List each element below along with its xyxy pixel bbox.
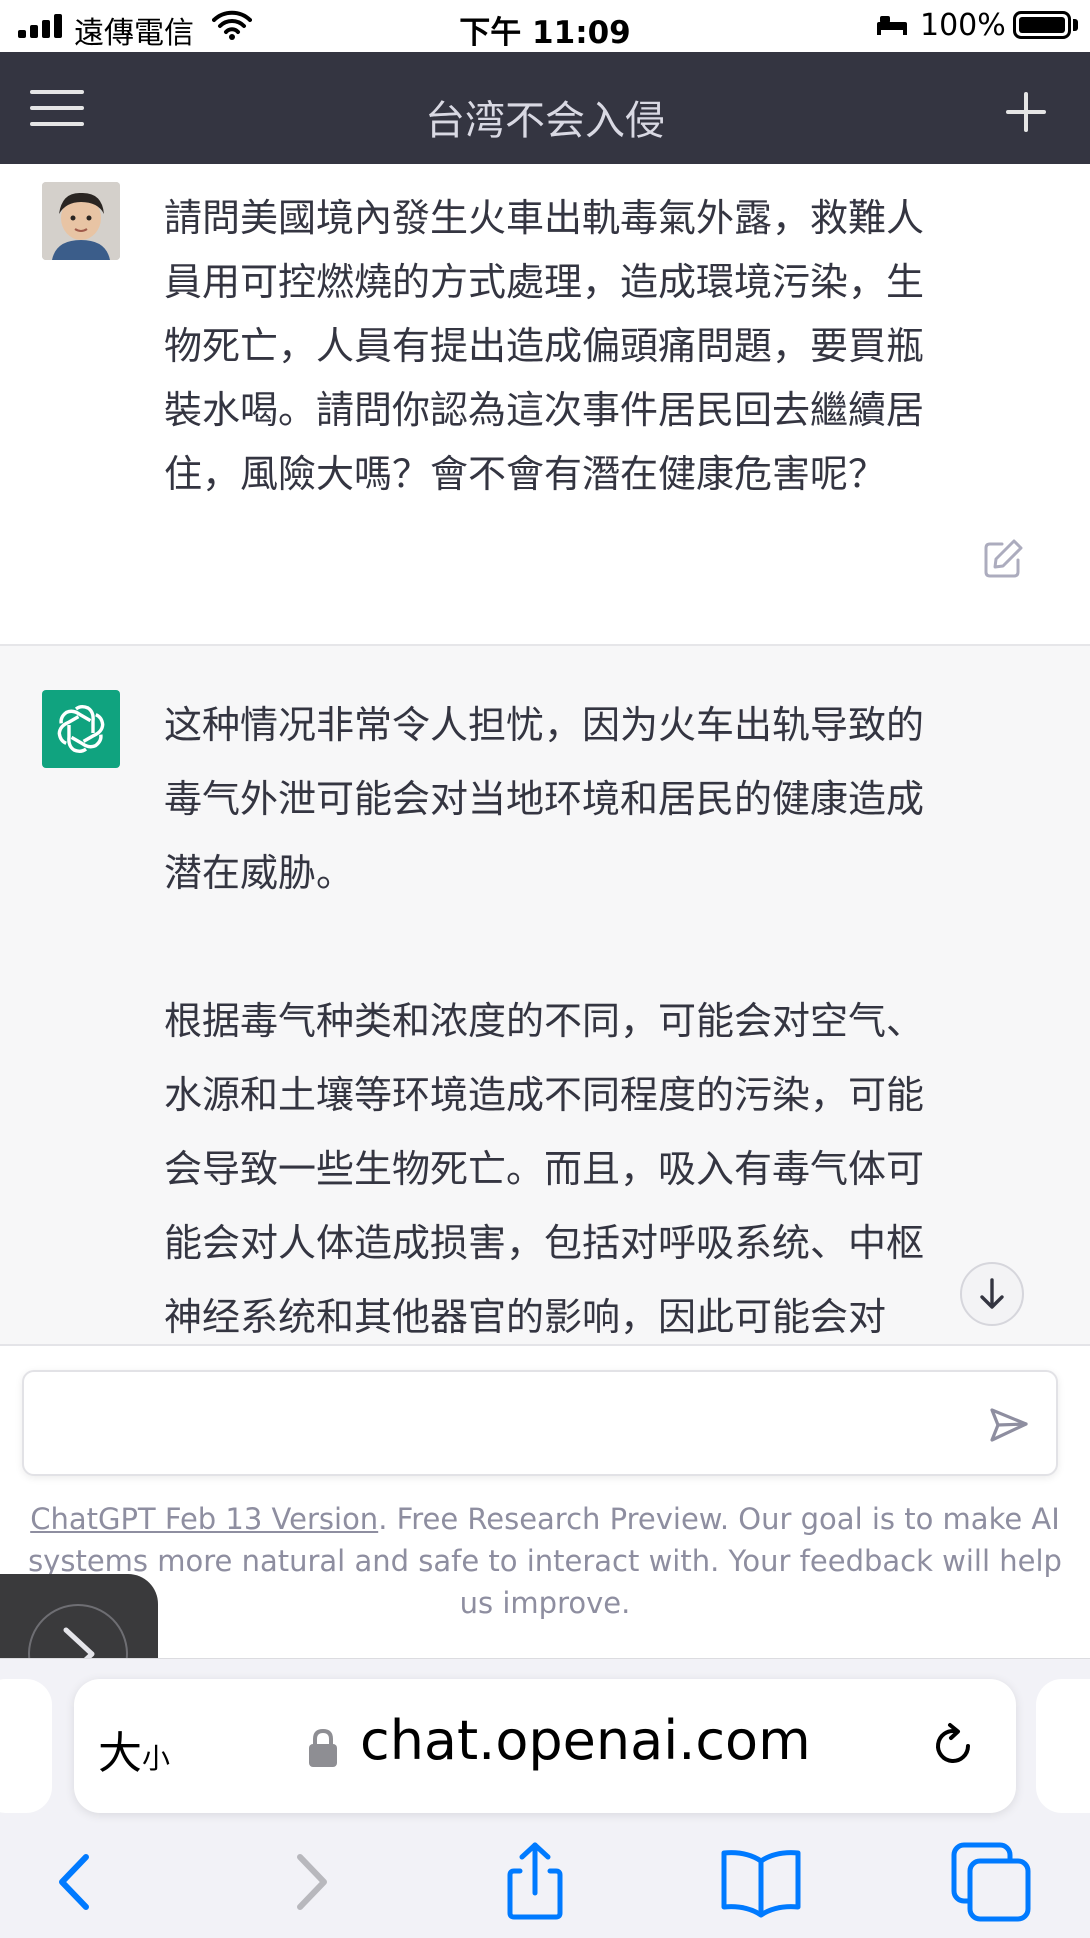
forward-icon[interactable]	[266, 1837, 356, 1927]
chat-header: 台湾不会入侵	[0, 52, 1090, 164]
user-message-line: 員用可控燃燒的方式處理，造成環境污染，生	[164, 260, 925, 304]
assistant-paragraph-1: 这种情况非常令人担忧，因为火车出轨导致的 毒气外泄可能会对当地环境和居民的健康造…	[164, 688, 1032, 910]
composer-area: ChatGPT Feb 13 Version. Free Research Pr…	[0, 1344, 1090, 1658]
user-message-line: 請問美國境內發生火車出軌毒氣外露，救難人	[164, 196, 925, 240]
assistant-line: 神经系统和其他器官的影响，因此可能会对	[164, 1295, 887, 1339]
assistant-line: 根据毒气种类和浓度的不同，可能会对空气、	[164, 999, 925, 1043]
safari-bottom-bar: 大小 chat.openai.com	[0, 1658, 1090, 1938]
lock-icon	[306, 1727, 340, 1773]
assistant-paragraph-2: 根据毒气种类和浓度的不同，可能会对空气、 水源和土壤等环境造成不同程度的污染，可…	[164, 984, 1032, 1344]
chat-title: 台湾不会入侵	[425, 98, 665, 144]
assistant-line: 潜在威胁。	[164, 851, 355, 895]
assistant-line: 能会对人体造成损害，包括对呼吸系统、中枢	[164, 1221, 925, 1265]
send-icon[interactable]	[986, 1402, 1032, 1448]
next-tab-preview[interactable]	[1036, 1679, 1090, 1813]
share-icon[interactable]	[490, 1837, 580, 1927]
assistant-line: 这种情况非常令人担忧，因为火车出轨导致的	[164, 703, 925, 747]
text-size-button[interactable]: 大小	[98, 1717, 170, 1781]
assistant-message: 这种情况非常令人担忧，因为火车出轨导致的 毒气外泄可能会对当地环境和居民的健康造…	[0, 646, 1090, 1344]
address-bar[interactable]: 大小 chat.openai.com	[74, 1679, 1016, 1813]
user-message-text: 請問美國境內發生火車出軌毒氣外露，救難人 員用可控燃燒的方式處理，造成環境污染，…	[164, 186, 1032, 506]
message-input[interactable]	[44, 1392, 964, 1454]
sleep-mode-icon	[876, 14, 908, 40]
assistant-line: 会导致一些生物死亡。而且，吸入有毒气体可	[164, 1147, 925, 1191]
battery-icon	[1013, 11, 1071, 39]
assistant-message-text: 这种情况非常令人担忧，因为火车出轨导致的 毒气外泄可能会对当地环境和居民的健康造…	[164, 688, 1032, 1344]
reload-icon[interactable]	[928, 1721, 978, 1775]
url-text[interactable]: chat.openai.com	[360, 1709, 811, 1772]
version-link[interactable]: ChatGPT Feb 13 Version	[30, 1502, 378, 1536]
user-message-line: 裝水喝。請問你認為這次事件居民回去繼續居	[164, 388, 925, 432]
battery-percentage: 100%	[920, 8, 1006, 43]
assistant-line: 水源和土壤等环境造成不同程度的污染，可能	[164, 1073, 925, 1117]
user-message: 請問美國境內發生火車出軌毒氣外露，救難人 員用可控燃燒的方式處理，造成環境污染，…	[0, 164, 1090, 644]
tabs-icon[interactable]	[946, 1837, 1036, 1927]
new-chat-plus-icon[interactable]	[1004, 90, 1048, 134]
user-message-line: 住，風險大嗎？會不會有潛在健康危害呢？	[164, 452, 887, 496]
scroll-to-bottom-button[interactable]	[960, 1262, 1024, 1326]
text-size-small: 小	[142, 1742, 171, 1775]
user-avatar	[42, 182, 120, 260]
text-size-big: 大	[98, 1728, 142, 1779]
previous-tab-preview[interactable]	[0, 1679, 52, 1813]
message-composer	[22, 1370, 1058, 1476]
hamburger-menu-icon[interactable]	[30, 90, 84, 128]
user-message-line: 物死亡，人員有提出造成偏頭痛問題，要買瓶	[164, 324, 925, 368]
openai-logo-icon	[42, 690, 120, 768]
edit-icon[interactable]	[982, 536, 1026, 580]
status-bar: 遠傳電信 下午 11:09 100%	[0, 0, 1090, 52]
safari-toolbar	[0, 1837, 1090, 1927]
assistant-line: 毒气外泄可能会对当地环境和居民的健康造成	[164, 777, 925, 821]
footer-disclaimer: ChatGPT Feb 13 Version. Free Research Pr…	[26, 1498, 1064, 1624]
arrow-down-icon	[980, 1278, 1004, 1309]
bookmarks-icon[interactable]	[716, 1837, 806, 1927]
battery-tip	[1073, 19, 1078, 31]
back-icon[interactable]	[30, 1837, 120, 1927]
